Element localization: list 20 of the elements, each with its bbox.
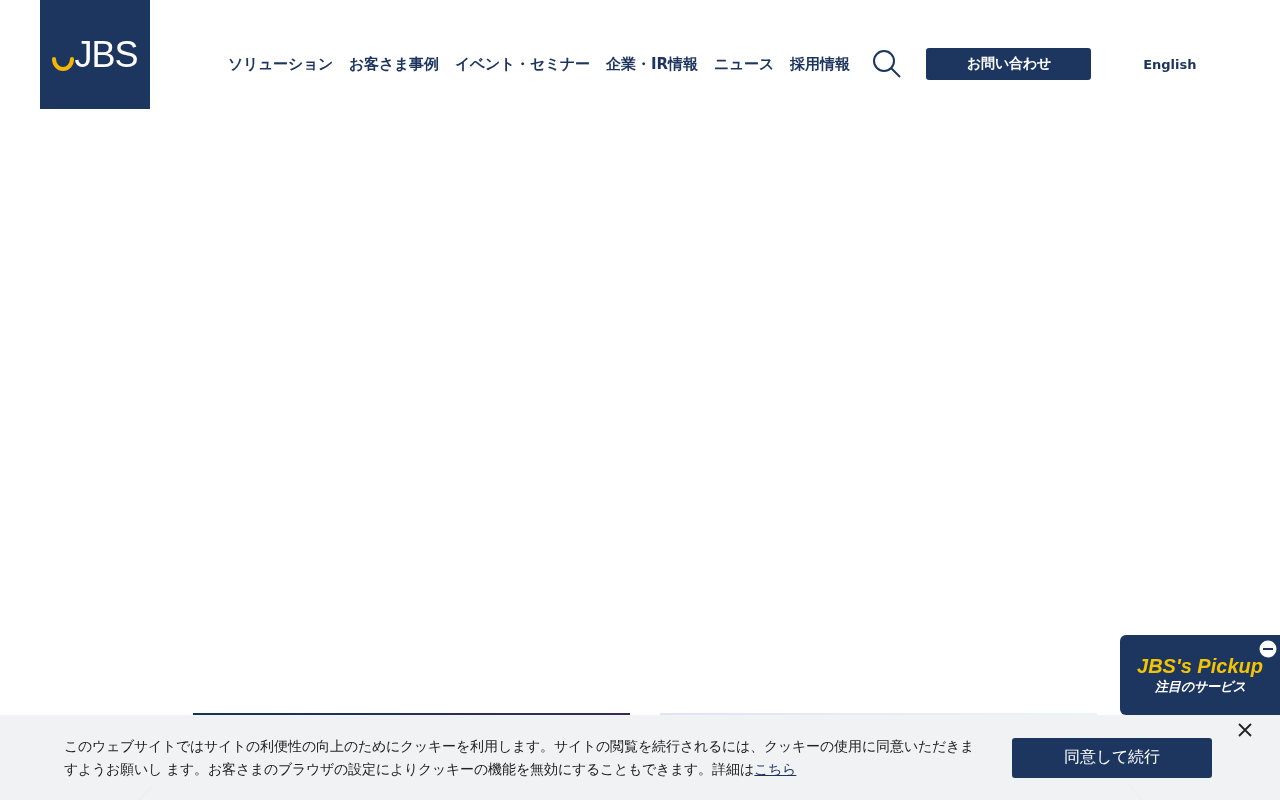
smile-arc-icon: [52, 57, 75, 71]
nav-link[interactable]: ニュース: [714, 54, 775, 74]
nav-link[interactable]: お客さま事例: [349, 54, 439, 74]
cookie-message: このウェブサイトではサイトの利便性の向上のためにクッキーを利用します。サイトの閲覧を続行されるには、クッキーの使用に同意いただきますようお願いし ます。お客さまのブラウザの設定によりクッキーの機能を無効にすることもできます。詳細は こちら: [64, 736, 975, 779]
minimize-icon[interactable]: [1259, 640, 1277, 658]
contact-button[interactable]: お問い合わせ: [926, 48, 1092, 80]
nav-link[interactable]: ソリューション: [228, 54, 333, 74]
pickup-banner[interactable]: JBS's Pickup 注目のサービス: [1120, 635, 1280, 715]
pickup-subtitle: 注目のサービス: [1154, 677, 1246, 696]
pickup-title: JBS's Pickup: [1137, 654, 1263, 678]
close-icon[interactable]: [1238, 723, 1252, 737]
details-link[interactable]: こちら: [754, 760, 797, 777]
nav-link[interactable]: 企業・IR情報: [606, 54, 699, 74]
nav-link[interactable]: 採用情報: [790, 54, 851, 74]
search-icon[interactable]: [872, 49, 903, 79]
language-link[interactable]: English: [1143, 56, 1197, 72]
nav-link[interactable]: イベント・セミナー: [455, 54, 590, 74]
jbs-logo[interactable]: JBS: [40, 0, 150, 109]
accept-button[interactable]: 同意して続行: [1012, 737, 1212, 778]
logo-text: JBS: [74, 37, 138, 73]
